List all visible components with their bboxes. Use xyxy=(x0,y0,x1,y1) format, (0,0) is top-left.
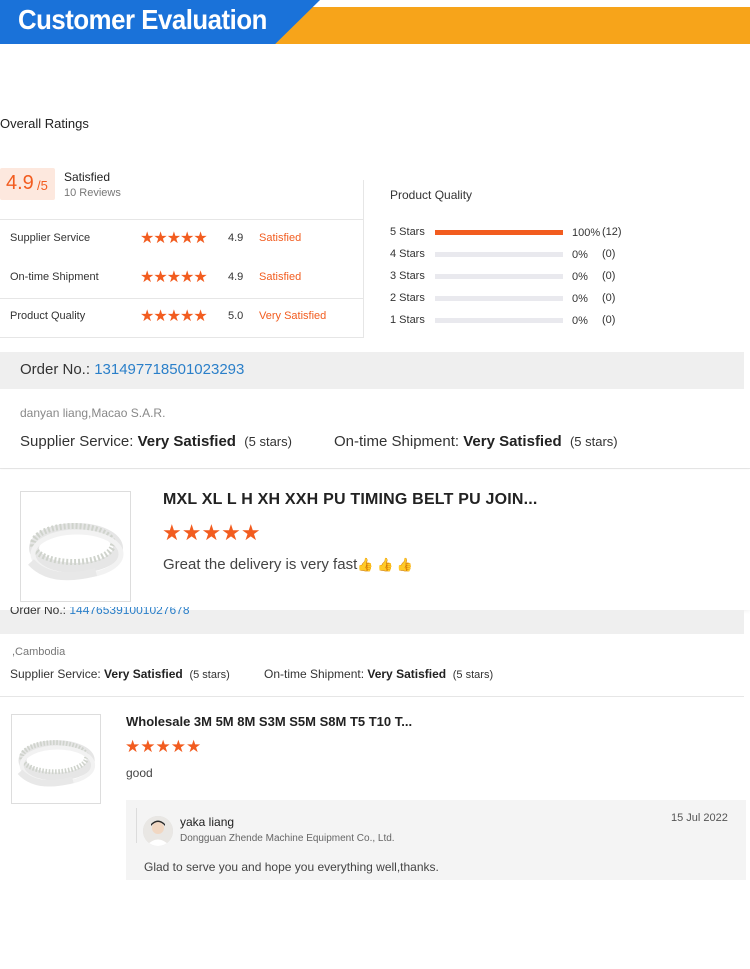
rating-label: On-time Shipment xyxy=(10,271,99,283)
divider xyxy=(0,337,363,338)
supplier-service-rating: Supplier Service: Very Satisfied (5 star… xyxy=(10,667,230,681)
distribution-title: Product Quality xyxy=(390,188,473,202)
distribution-count: (0) xyxy=(602,292,616,304)
rating-row-product-quality: Product Quality ★★★★★ 5.0 Very Satisfied xyxy=(0,298,363,336)
rating-score: 5.0 xyxy=(228,310,244,322)
rating-label: Product Quality xyxy=(10,310,86,322)
rating-word: Very Satisfied xyxy=(259,310,327,322)
person-icon xyxy=(143,816,173,846)
distribution-fill xyxy=(435,230,563,235)
reply-divider xyxy=(136,808,137,843)
rating-word: Satisfied xyxy=(259,271,302,283)
header-banner: Customer Evaluation xyxy=(0,0,750,44)
distribution-percent: 0% xyxy=(572,315,588,327)
belt-image xyxy=(17,740,96,787)
distribution-track xyxy=(435,296,563,301)
divider xyxy=(0,468,750,469)
divider-vertical xyxy=(363,180,364,338)
distribution-label: 2 Stars xyxy=(390,292,425,304)
supplier-service-value: Very Satisfied xyxy=(137,433,236,450)
reply-author: yaka liang xyxy=(180,815,235,829)
rating-word: Satisfied xyxy=(259,232,302,244)
avatar xyxy=(143,816,173,846)
shipment-value: Very Satisfied xyxy=(367,667,447,681)
overall-satisfaction: Satisfied xyxy=(64,170,111,184)
product-thumbnail[interactable] xyxy=(11,714,101,804)
order-number: Order No.: 144765391001027678 xyxy=(10,607,190,620)
supplier-service-label: Supplier Service: xyxy=(20,433,138,450)
distribution-label: 1 Stars xyxy=(390,314,425,326)
review-text-body: Great the delivery is very fast xyxy=(163,556,358,573)
overall-score-suffix: /5 xyxy=(37,178,48,193)
reply-text: Glad to serve you and hope you everythin… xyxy=(144,860,439,874)
distribution-percent: 100% xyxy=(572,227,601,239)
review-text: Great the delivery is very fast👍 👍 👍 xyxy=(163,556,413,573)
supplier-service-stars: (5 stars) xyxy=(189,669,230,681)
rating-label: Supplier Service xyxy=(10,232,91,244)
rating-row-supplier-service: Supplier Service ★★★★★ 4.9 Satisfied xyxy=(0,220,363,258)
supplier-service-value: Very Satisfied xyxy=(104,667,183,681)
distribution-track xyxy=(435,230,563,235)
review-text: good xyxy=(126,766,153,780)
belt-image xyxy=(28,523,124,581)
review-stars: ★★★★★ xyxy=(125,737,202,756)
distribution-label: 5 Stars xyxy=(390,226,425,238)
distribution-count: (0) xyxy=(602,314,616,326)
distribution-row-1: 1 Stars 0% (0) xyxy=(390,313,650,329)
page-title: Customer Evaluation xyxy=(18,4,267,35)
product-title-link[interactable]: Wholesale 3M 5M 8M S3M S5M S8M T5 T10 T.… xyxy=(126,714,412,729)
shipment-rating: On-time Shipment: Very Satisfied (5 star… xyxy=(264,667,493,681)
order-number-link[interactable]: 131497718501023293 xyxy=(94,361,244,378)
product-thumbnail[interactable] xyxy=(20,491,131,602)
order-label: Order No.: xyxy=(10,607,70,617)
shipment-stars: (5 stars) xyxy=(569,434,618,449)
distribution-row-5: 5 Stars 100% (12) xyxy=(390,225,650,241)
distribution-count: (0) xyxy=(602,270,616,282)
reviewer-name: danyan liang,Macao S.A.R. xyxy=(20,406,166,420)
distribution-track xyxy=(435,252,563,257)
overall-ratings-heading: Overall Ratings xyxy=(0,116,89,131)
rating-row-on-time-shipment: On-time Shipment ★★★★★ 4.9 Satisfied xyxy=(0,259,363,297)
order-bar: Order No.: 131497718501023293 xyxy=(0,352,744,389)
rating-score: 4.9 xyxy=(228,232,244,244)
overall-score-badge: 4.9 /5 xyxy=(0,168,55,200)
shipment-rating: On-time Shipment: Very Satisfied (5 star… xyxy=(334,433,618,450)
rating-stars: ★★★★★ xyxy=(140,308,208,325)
review-stars: ★★★★★ xyxy=(162,520,261,545)
supplier-service-label: Supplier Service: xyxy=(10,667,105,681)
distribution-label: 3 Stars xyxy=(390,270,425,282)
distribution-percent: 0% xyxy=(572,271,588,283)
rating-score: 4.9 xyxy=(228,271,244,283)
distribution-label: 4 Stars xyxy=(390,248,425,260)
distribution-track xyxy=(435,274,563,279)
distribution-percent: 0% xyxy=(572,249,588,261)
overall-score: 4.9 xyxy=(6,172,34,194)
shipment-value: Very Satisfied xyxy=(463,433,562,450)
product-title-link[interactable]: MXL XL L H XH XXH PU TIMING BELT PU JOIN… xyxy=(163,491,538,509)
distribution-row-3: 3 Stars 0% (0) xyxy=(390,269,650,285)
supplier-service-rating: Supplier Service: Very Satisfied (5 star… xyxy=(20,433,292,450)
reviewer-name: ,Cambodia xyxy=(12,646,66,658)
shipment-label: On-time Shipment: xyxy=(264,667,368,681)
rating-stars: ★★★★★ xyxy=(140,230,208,247)
distribution-track xyxy=(435,318,563,323)
shipment-stars: (5 stars) xyxy=(452,669,494,681)
distribution-percent: 0% xyxy=(572,293,588,305)
review-count: 10 Reviews xyxy=(64,187,121,199)
supplier-service-stars: (5 stars) xyxy=(244,434,292,449)
reply-company: Dongguan Zhende Machine Equipment Co., L… xyxy=(180,833,395,844)
shipment-label: On-time Shipment: xyxy=(334,433,464,450)
order-number: Order No.: 131497718501023293 xyxy=(20,361,244,378)
distribution-count: (0) xyxy=(602,248,616,260)
thumbs-up-icon: 👍 👍 👍 xyxy=(357,557,414,572)
distribution-count: (12) xyxy=(602,226,622,238)
distribution-row-4: 4 Stars 0% (0) xyxy=(390,247,650,263)
reply-date: 15 Jul 2022 xyxy=(671,812,728,824)
divider xyxy=(0,696,744,697)
order-label: Order No.: xyxy=(20,361,95,378)
distribution-row-2: 2 Stars 0% (0) xyxy=(390,291,650,307)
order-number-link[interactable]: 144765391001027678 xyxy=(69,607,189,617)
rating-stars: ★★★★★ xyxy=(140,269,208,286)
